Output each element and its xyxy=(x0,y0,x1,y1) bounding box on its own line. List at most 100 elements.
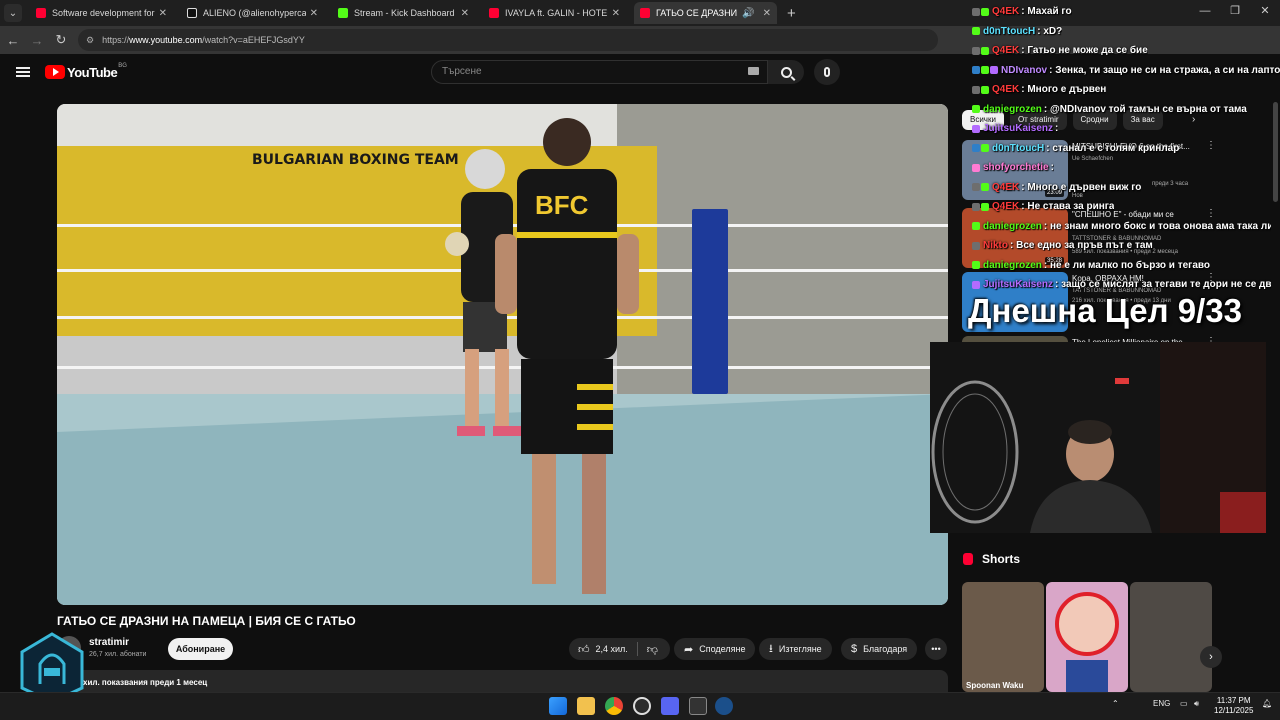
forward-icon[interactable]: → xyxy=(26,33,48,48)
more-actions-button[interactable]: ••• xyxy=(925,638,947,660)
chat-text: : не е ли малко по бързо и тегаво xyxy=(1043,259,1211,271)
dislike-button[interactable]: 👎︎ xyxy=(638,638,667,660)
page-scrollbar[interactable] xyxy=(1271,92,1280,692)
chat-message: shofyorchetie: xyxy=(972,158,1280,178)
new-tab-button[interactable]: + xyxy=(787,5,796,22)
chat-text: : Много е дървен xyxy=(1021,84,1107,96)
chat-text: : xyxy=(1050,162,1054,174)
close-tab-icon[interactable]: ✕ xyxy=(310,8,318,19)
download-label: Изтегляне xyxy=(778,644,822,654)
volume-icon[interactable]: 🔊︎ xyxy=(1194,699,1199,709)
video-wall xyxy=(617,104,948,404)
chat-username: Q4EK xyxy=(992,181,1020,193)
chat-text: : Зенка, ти защо не си на стража, а си н… xyxy=(1049,64,1280,76)
chrome-icon[interactable] xyxy=(605,697,623,715)
network-icon[interactable]: ▭ xyxy=(1180,699,1188,708)
chat-text: : xyxy=(1055,123,1059,135)
site-info-icon[interactable]: ⚙ xyxy=(86,35,94,46)
steam-icon[interactable] xyxy=(715,697,733,715)
ring-corner-post xyxy=(692,209,728,394)
tab-title: ALIENO (@alienohypercars) | TikTok xyxy=(203,8,306,18)
obs-icon[interactable] xyxy=(633,697,651,715)
thumbs-down-icon: 👎︎ xyxy=(646,643,658,656)
browser-tab-3[interactable]: Stream - Kick Dashboard ✕ xyxy=(332,2,475,24)
language-indicator[interactable]: ENG xyxy=(1153,699,1170,708)
shorts-next-button[interactable]: › xyxy=(1200,646,1222,668)
chat-username: daniegrozen xyxy=(983,103,1042,115)
shorts-label: Shorts xyxy=(982,552,1021,566)
video-player[interactable]: BULGARIAN BOXING TEAM BFC xyxy=(57,104,948,605)
download-icon: ⭳ xyxy=(769,642,773,655)
clock-time: 11:37 PM xyxy=(1216,696,1251,705)
terminal-icon[interactable] xyxy=(689,697,707,715)
reload-icon[interactable]: ↻ xyxy=(50,32,72,48)
share-button[interactable]: ➦ Споделяне xyxy=(674,638,756,660)
short-video[interactable]: Spoonan Waku xyxy=(962,582,1044,692)
clock-date: 12/11/2025 xyxy=(1214,706,1254,715)
subscribe-button[interactable]: Абониране xyxy=(168,638,233,660)
short-video[interactable] xyxy=(1046,582,1128,692)
chat-text: : не знам много бокс и това онова ама та… xyxy=(1043,220,1280,232)
browser-tab-1[interactable]: Software development for the ✕ xyxy=(30,2,173,24)
menu-icon[interactable] xyxy=(16,67,30,77)
youtube-favicon-icon xyxy=(36,8,46,18)
chat-message: NDIvanov: Зенка, ти защо не си на стража… xyxy=(972,61,1280,81)
speaker-icon[interactable]: 🔊 xyxy=(742,8,754,19)
shorts-section-title: Shorts xyxy=(963,552,1020,566)
fighter-bfc-shirt: BFC xyxy=(495,118,639,594)
youtube-wordmark: YouTube xyxy=(67,64,118,80)
browser-tab-4[interactable]: IVAYLA ft. GALIN - HOTEL | ИВА ✕ xyxy=(483,2,626,24)
voice-search-button[interactable] xyxy=(814,59,840,85)
url-field[interactable]: ⚙ https://www.youtube.com/watch?v=aEHEFJ… xyxy=(78,29,938,51)
kick-favicon-icon xyxy=(338,8,348,18)
chat-text: : Не става за ринга xyxy=(1021,201,1115,213)
chat-badges-icon xyxy=(972,46,989,55)
description-box[interactable]: хил. показвания преди 1 месец xyxy=(57,670,948,692)
back-icon[interactable]: ← xyxy=(2,33,24,48)
browser-tab-5-active[interactable]: ГАТЬО СЕ ДРАЗНИ НА ПАМ 🔊 ✕ xyxy=(634,2,777,24)
youtube-favicon-icon xyxy=(640,8,650,18)
description-meta: хил. показвания преди 1 месец xyxy=(83,678,208,687)
scrollbar-thumb[interactable] xyxy=(1273,102,1278,202)
keyboard-icon[interactable] xyxy=(748,67,759,75)
close-tab-icon[interactable]: ✕ xyxy=(461,8,469,19)
tab-search-button[interactable]: ⌄ xyxy=(4,4,22,22)
like-button[interactable]: 👍︎ 2,4 хил. xyxy=(569,638,637,660)
download-button[interactable]: ⭳ Изтегляне xyxy=(759,638,832,660)
file-explorer-icon[interactable] xyxy=(577,697,595,715)
browser-tab-2[interactable]: ALIENO (@alienohypercars) | TikTok ✕ xyxy=(181,2,324,24)
chat-username: d0nTtoucH xyxy=(992,142,1045,154)
url-prefix: https:// xyxy=(102,35,130,45)
taskbar-clock[interactable]: 11:37 PM 12/11/2025 xyxy=(1214,696,1253,716)
short-video[interactable] xyxy=(1130,582,1212,692)
tray-chevron-icon[interactable]: ⌃ xyxy=(1112,699,1119,708)
chat-text: : Все едно за пръв път е там xyxy=(1010,240,1153,252)
notification-bell-icon[interactable]: 🔔︎ xyxy=(1262,699,1272,708)
like-dislike-group: 👍︎ 2,4 хил. 👎︎ xyxy=(569,638,670,660)
thanks-button[interactable]: $ Благодаря xyxy=(841,638,918,660)
channel-name[interactable]: stratimir xyxy=(89,637,129,648)
chat-text: : Много е дървен виж го xyxy=(1021,181,1142,193)
short-thumbnail xyxy=(1055,592,1119,692)
chat-username: JujitsuKaisenz xyxy=(983,123,1054,135)
search-input[interactable]: Търсене xyxy=(431,60,768,84)
like-count: 2,4 хил. xyxy=(595,644,628,654)
chat-message: d0nTtoucH: станал е с голям кринлар xyxy=(972,139,1280,159)
chat-badges-icon xyxy=(972,85,989,94)
chat-message: d0nTtoucH: xD? xyxy=(972,22,1280,42)
close-tab-icon[interactable]: ✕ xyxy=(763,8,771,19)
search-button[interactable] xyxy=(768,60,804,84)
close-tab-icon[interactable]: ✕ xyxy=(612,8,620,19)
thanks-icon: $ xyxy=(851,643,858,655)
close-tab-icon[interactable]: ✕ xyxy=(159,8,167,19)
chat-message: daniegrozen: не е ли малко по бързо и те… xyxy=(972,256,1280,276)
chat-username: daniegrozen xyxy=(983,259,1042,271)
youtube-play-icon xyxy=(45,65,65,79)
windows-start-icon[interactable] xyxy=(549,697,567,715)
chat-username: Q4EK xyxy=(992,6,1020,18)
discord-icon[interactable] xyxy=(661,697,679,715)
chat-message: Q4EK: Много е дървен xyxy=(972,80,1280,100)
youtube-logo[interactable]: YouTube BG xyxy=(45,63,127,80)
video-title: ГАТЬО СЕ ДРАЗНИ НА ПАМЕЦА | БИЯ СЕ С ГАТ… xyxy=(57,614,356,628)
shorts-icon xyxy=(963,553,973,565)
